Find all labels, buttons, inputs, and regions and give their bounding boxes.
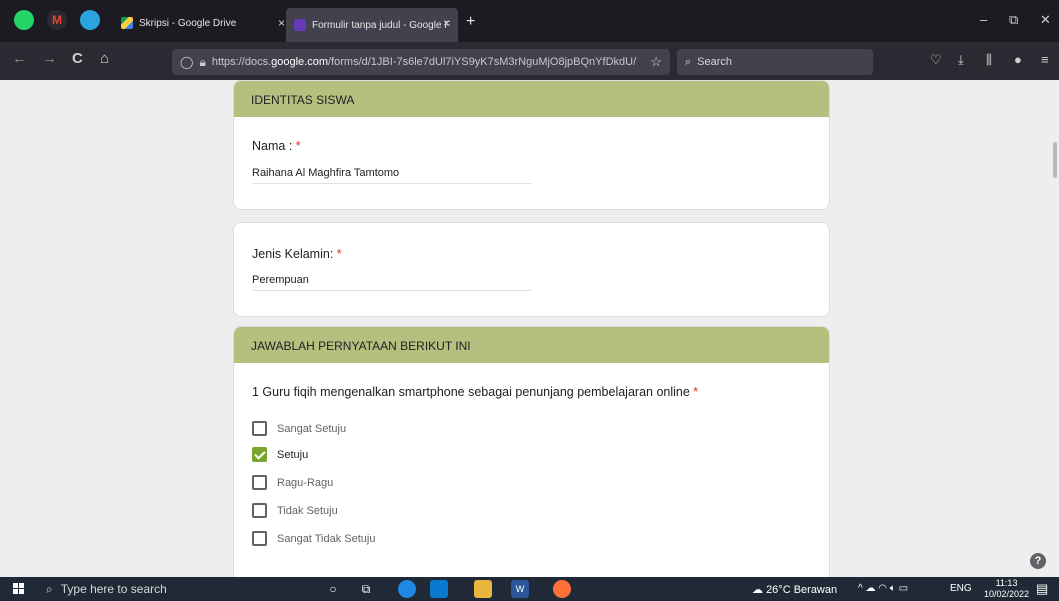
checkbox[interactable]: [252, 503, 267, 518]
tab-google-form[interactable]: Formulir tanpa judul - Google F ×: [286, 8, 458, 42]
option-checkbox[interactable]: Sangat Tidak Setuju: [252, 531, 375, 546]
section-title: IDENTITAS SISWA: [234, 81, 829, 117]
question-text: Nama :: [252, 139, 293, 153]
firefox-icon[interactable]: [553, 580, 571, 598]
search-icon: ⌕: [46, 582, 53, 596]
scrollbar-thumb[interactable]: [1053, 142, 1057, 178]
search-icon: ⌕: [685, 55, 692, 68]
section-pernyataan-card: JAWABLAH PERNYATAAN BERIKUT INI 1 Guru f…: [233, 326, 830, 577]
checkbox[interactable]: [252, 531, 267, 546]
windows-taskbar: ⌕ Type here to search ○ ⧉ W ☁ 26°C Berawa…: [0, 577, 1059, 601]
option-checkbox[interactable]: Setuju: [252, 447, 308, 462]
cortana-icon[interactable]: ○: [324, 580, 342, 598]
checkbox[interactable]: [252, 475, 267, 490]
library-icon[interactable]: ⫼: [986, 52, 992, 68]
system-tray[interactable]: ^ ☁ ◠ 🔈︎ ▭: [858, 583, 908, 594]
google-drive-icon: [121, 17, 133, 29]
back-button[interactable]: ←: [12, 50, 27, 67]
browser-tab-strip: M Skripsi - Google Drive × Formulir tanp…: [0, 0, 1059, 42]
option-label: Sangat Tidak Setuju: [277, 532, 376, 545]
tab-close-icon[interactable]: ×: [278, 16, 285, 30]
tab-close-icon[interactable]: ×: [443, 16, 450, 30]
reload-button[interactable]: C: [72, 50, 83, 67]
url-bar[interactable]: ◯ 🔒︎ https://docs. google.com/forms/d/1JB…: [172, 49, 670, 75]
file-explorer-icon[interactable]: [474, 580, 492, 598]
pocket-icon[interactable]: ♡: [930, 52, 942, 68]
option-checkbox[interactable]: Tidak Setuju: [252, 503, 338, 518]
forward-button[interactable]: →: [42, 50, 57, 67]
url-path: /forms/d/1JBI-7s6le7dUl7iYS9yK7sM3rNguMj…: [328, 56, 637, 68]
weather-text: 26°C Berawan: [766, 584, 838, 596]
url-prefix: https://docs.: [211, 56, 272, 68]
cloud-icon: ☁: [752, 584, 763, 596]
tab-skripsi-drive[interactable]: Skripsi - Google Drive ×: [113, 8, 293, 38]
account-icon[interactable]: ●: [1014, 52, 1022, 67]
store-icon[interactable]: [430, 580, 448, 598]
form-page: IDENTITAS SISWA Nama : * Raihana Al Magh…: [0, 80, 1059, 577]
wifi-icon[interactable]: ◠: [878, 583, 887, 594]
task-view-icon[interactable]: ⧉: [357, 580, 375, 598]
new-tab-button[interactable]: +: [466, 13, 475, 31]
question-text: Jenis Kelamin:: [252, 247, 334, 261]
question-gender-card: Jenis Kelamin: * Perempuan: [233, 222, 830, 317]
question-gender-label: Jenis Kelamin: *: [252, 247, 342, 261]
language-indicator[interactable]: ENG: [950, 583, 972, 594]
clock-date: 10/02/2022: [984, 589, 1030, 599]
tab-label: Formulir tanpa judul - Google F: [312, 19, 451, 31]
nama-input[interactable]: Raihana Al Maghfira Tamtomo: [252, 167, 532, 184]
clock-time: 11:13: [995, 578, 1018, 588]
search-input[interactable]: ⌕ Search: [677, 49, 873, 75]
chevron-up-icon[interactable]: ^: [858, 583, 863, 594]
onedrive-icon[interactable]: ☁: [865, 583, 875, 594]
question-text: 1 Guru fiqih mengenalkan smartphone seba…: [252, 385, 690, 399]
tab-label: Skripsi - Google Drive: [139, 17, 237, 29]
shield-icon[interactable]: ◯: [180, 55, 193, 69]
gmail-icon[interactable]: M: [47, 10, 67, 30]
battery-icon[interactable]: ▭: [899, 583, 908, 594]
option-label: Sangat Setuju: [277, 422, 347, 435]
windows-start-icon[interactable]: [13, 583, 25, 595]
checkbox-checked[interactable]: [252, 447, 267, 462]
lock-icon[interactable]: 🔒︎: [199, 55, 205, 70]
whatsapp-icon[interactable]: [14, 10, 34, 30]
section-identitas-card: IDENTITAS SISWA Nama : * Raihana Al Magh…: [233, 80, 830, 210]
maximize-button[interactable]: ⧉: [1009, 12, 1018, 28]
weather-widget[interactable]: ☁ 26°C Berawan: [752, 583, 837, 596]
browser-toolbar: ← → C ⌂ ◯ 🔒︎ https://docs. google.com/for…: [0, 42, 1059, 80]
word-icon[interactable]: W: [511, 580, 529, 598]
option-label: Tidak Setuju: [277, 504, 338, 517]
section-title: JAWABLAH PERNYATAAN BERIKUT INI: [234, 327, 829, 363]
telegram-icon[interactable]: [80, 10, 100, 30]
clock[interactable]: 11:13 10/02/2022: [984, 578, 1029, 600]
required-mark: *: [336, 247, 342, 261]
close-window-button[interactable]: ✕: [1040, 12, 1051, 28]
checkbox[interactable]: [252, 421, 267, 436]
bookmark-star-icon[interactable]: ☆: [650, 54, 662, 70]
gender-input[interactable]: Perempuan: [252, 274, 532, 291]
download-icon[interactable]: ⤓: [958, 52, 964, 68]
question-nama-label: Nama : *: [252, 139, 301, 153]
taskbar-search-input[interactable]: ⌕ Type here to search: [46, 582, 167, 597]
google-forms-icon: [294, 19, 306, 31]
help-icon[interactable]: ?: [1030, 553, 1046, 569]
search-placeholder: Search: [697, 56, 733, 68]
option-label: Ragu-Ragu: [277, 476, 334, 489]
menu-icon[interactable]: ≡: [1041, 52, 1049, 67]
option-checkbox[interactable]: Sangat Setuju: [252, 421, 346, 436]
option-checkbox[interactable]: Ragu-Ragu: [252, 475, 333, 490]
volume-icon[interactable]: 🔈︎: [890, 583, 896, 594]
required-mark: *: [693, 385, 699, 399]
taskbar-search-placeholder: Type here to search: [60, 582, 167, 596]
required-mark: *: [295, 139, 301, 153]
url-domain: google.com: [271, 56, 329, 68]
notification-icon[interactable]: ▤: [1036, 581, 1048, 597]
edge-icon[interactable]: [398, 580, 416, 598]
option-label: Setuju: [277, 448, 309, 461]
home-button[interactable]: ⌂: [100, 50, 109, 67]
question-1-label: 1 Guru fiqih mengenalkan smartphone seba…: [252, 385, 698, 399]
minimize-button[interactable]: –: [980, 12, 987, 27]
